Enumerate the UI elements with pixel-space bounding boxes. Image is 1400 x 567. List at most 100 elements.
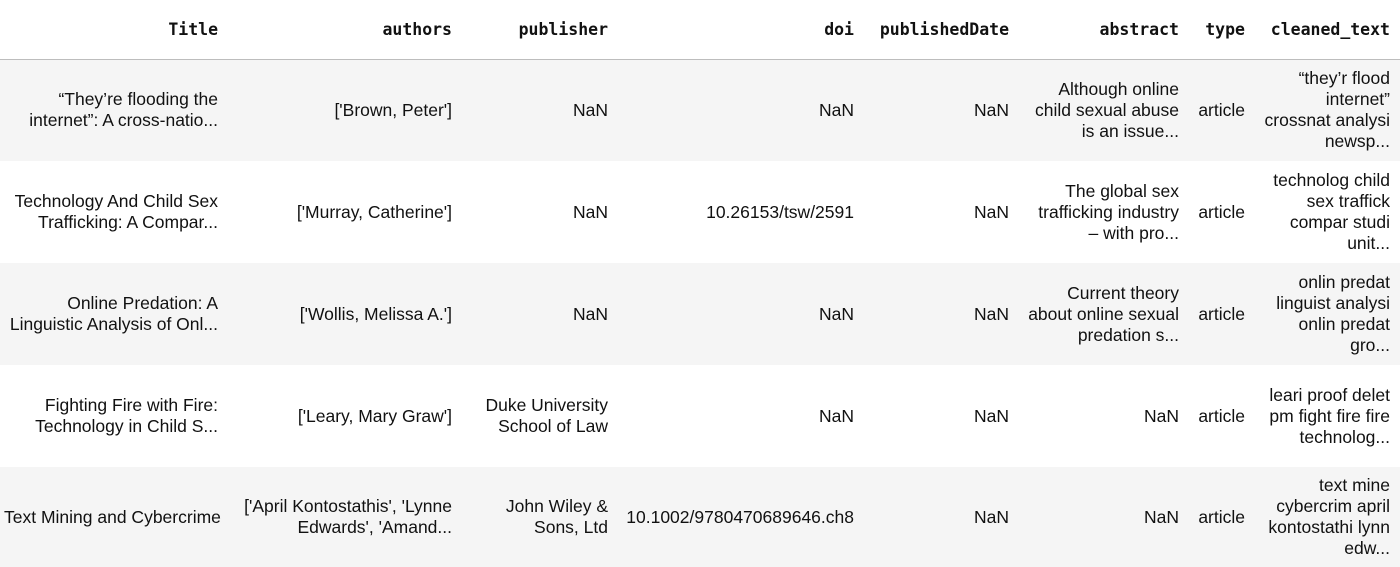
column-header-title: Title	[168, 19, 218, 39]
published-date-cell: NaN	[864, 263, 1019, 365]
title-cell: Text Mining and Cybercrime	[0, 467, 228, 567]
cell-text-line: trafficking industry	[1038, 201, 1179, 222]
column-header-type: type	[1205, 19, 1245, 39]
cell-text-line: Text Mining and Cybercrime	[4, 506, 221, 527]
cell-text-line: Linguistic Analysis of Onl...	[9, 314, 218, 334]
cell-text-line: ['Murray, Catherine']	[296, 201, 452, 222]
cell-text-line: technolog...	[1299, 426, 1390, 447]
cell-text-line: ['Wollis, Melissa A.']	[299, 303, 452, 324]
publisher-cell: NaN	[462, 59, 618, 161]
cell-text-line: NaN	[818, 99, 854, 120]
publisher-cell: John Wiley & Sons, Ltd	[462, 467, 618, 567]
cell-text-line: crossnat analysi	[1264, 110, 1390, 131]
authors-cell: ['Wollis, Melissa A.']	[228, 263, 462, 365]
publisher-cell: NaN	[462, 161, 618, 263]
cell-text-line: 10.26153/tsw/2591	[706, 201, 854, 222]
cell-text-line: “They’re flooding the	[58, 89, 218, 110]
cell-text-line: NaN	[973, 405, 1009, 426]
cell-text-line: NaN	[572, 99, 608, 120]
cell-text-line: internet”	[1325, 89, 1390, 110]
cell-text-line: 10.1002/9780470689646.ch8	[626, 506, 854, 527]
cell-text-line: leari proof delet	[1269, 384, 1390, 405]
title-cell: “They’re flooding the internet”: A cross-…	[0, 59, 228, 161]
column-header-authors: authors	[382, 19, 452, 39]
cell-text-line: onlin predat	[1298, 314, 1390, 334]
doi-cell: 10.1002/9780470689646.ch8	[618, 467, 864, 567]
doi-cell: NaN	[618, 365, 864, 467]
doi-cell: NaN	[618, 263, 864, 365]
cell-text-line: Trafficking: A Compar...	[38, 212, 218, 232]
cell-text-line: “they’r flood	[1298, 68, 1390, 89]
cell-text-line: NaN	[572, 303, 608, 324]
type-cell: article	[1189, 365, 1255, 467]
cell-text-line: predation s...	[1077, 324, 1179, 345]
cell-text-line: Fighting Fire with Fire:	[44, 395, 218, 415]
authors-cell: ['Murray, Catherine']	[228, 161, 462, 263]
cell-text-line: article	[1198, 201, 1245, 222]
cell-text-line: compar studi	[1289, 212, 1390, 232]
cell-text-line: Edwards', 'Amand...	[297, 517, 452, 537]
cell-text-line: Sons, Ltd	[534, 517, 608, 537]
cell-text-line: NaN	[1143, 405, 1179, 426]
column-header-doi: doi	[824, 19, 854, 39]
table-row: Online Predation: A Linguistic Analysis o…	[0, 263, 1400, 365]
cell-text-line: technolog child	[1273, 170, 1390, 190]
cell-text-line: ['Brown, Peter']	[334, 99, 452, 120]
type-cell: article	[1189, 59, 1255, 161]
cell-text-line: NaN	[818, 405, 854, 426]
title-cell: Technology And Child Sex Trafficking: A C…	[0, 161, 228, 263]
cleaned-text-cell: onlin predat linguist analysi onlin predat…	[1255, 263, 1400, 365]
cell-text-line: child sexual abuse	[1035, 99, 1179, 120]
abstract-cell: Current theory about online sexual predati…	[1019, 263, 1189, 365]
cell-text-line: is an issue...	[1081, 120, 1179, 141]
column-header-publisher: publisher	[518, 19, 608, 39]
cell-text-line: about online sexual	[1028, 303, 1179, 324]
table-row: Fighting Fire with Fire: Technology in Ch…	[0, 365, 1400, 467]
cell-text-line: NaN	[973, 99, 1009, 120]
cell-text-line: School of Law	[498, 416, 608, 436]
cell-text-line: Technology in Child S...	[35, 416, 218, 436]
cell-text-line: unit...	[1347, 233, 1390, 253]
cell-text-line: NaN	[973, 201, 1009, 222]
title-cell: Online Predation: A Linguistic Analysis o…	[0, 263, 228, 365]
table-row: Text Mining and Cybercrime ['April Kontos…	[0, 467, 1400, 567]
cell-text-line: article	[1198, 99, 1245, 120]
cell-text-line: Current theory	[1067, 282, 1179, 303]
cell-text-line: linguist analysi	[1276, 293, 1390, 313]
cell-text-line: Although online	[1058, 78, 1179, 99]
cell-text-line: Duke University	[485, 395, 608, 415]
abstract-cell: The global sex trafficking industry – with…	[1019, 161, 1189, 263]
cell-text-line: Online Predation: A	[67, 293, 218, 313]
authors-cell: ['Brown, Peter']	[228, 59, 462, 161]
published-date-cell: NaN	[864, 59, 1019, 161]
cell-text-line: ['April Kontostathis', 'Lynne	[244, 496, 452, 516]
header-row: Title authors publisher doi publishedDat…	[0, 0, 1400, 59]
cell-text-line: NaN	[572, 201, 608, 222]
cell-text-line: pm fight fire fire	[1269, 405, 1390, 426]
cell-text-line: article	[1198, 405, 1245, 426]
column-header-cleaned-text: cleaned_text	[1270, 19, 1390, 39]
cell-text-line: NaN	[818, 303, 854, 324]
type-cell: article	[1189, 467, 1255, 567]
cell-text-line: text mine	[1319, 475, 1390, 495]
doi-cell: NaN	[618, 59, 864, 161]
cell-text-line: kontostathi lynn	[1268, 517, 1390, 537]
table-row: Technology And Child Sex Trafficking: A C…	[0, 161, 1400, 263]
cell-text-line: Technology And Child Sex	[14, 191, 218, 211]
publisher-cell: NaN	[462, 263, 618, 365]
cleaned-text-cell: “they’r flood internet” crossnat analysi ne…	[1255, 59, 1400, 161]
type-cell: article	[1189, 161, 1255, 263]
published-date-cell: NaN	[864, 161, 1019, 263]
title-cell: Fighting Fire with Fire: Technology in Ch…	[0, 365, 228, 467]
cell-text-line: article	[1198, 303, 1245, 324]
cell-text-line: NaN	[1143, 506, 1179, 527]
cell-text-line: article	[1198, 506, 1245, 527]
cell-text-line: gro...	[1350, 335, 1390, 355]
abstract-cell: NaN	[1019, 365, 1189, 467]
doi-cell: 10.26153/tsw/2591	[618, 161, 864, 263]
abstract-cell: NaN	[1019, 467, 1189, 567]
cell-text-line: onlin predat	[1298, 272, 1390, 292]
published-date-cell: NaN	[864, 365, 1019, 467]
cell-text-line: The global sex	[1065, 180, 1179, 201]
published-date-cell: NaN	[864, 467, 1019, 567]
